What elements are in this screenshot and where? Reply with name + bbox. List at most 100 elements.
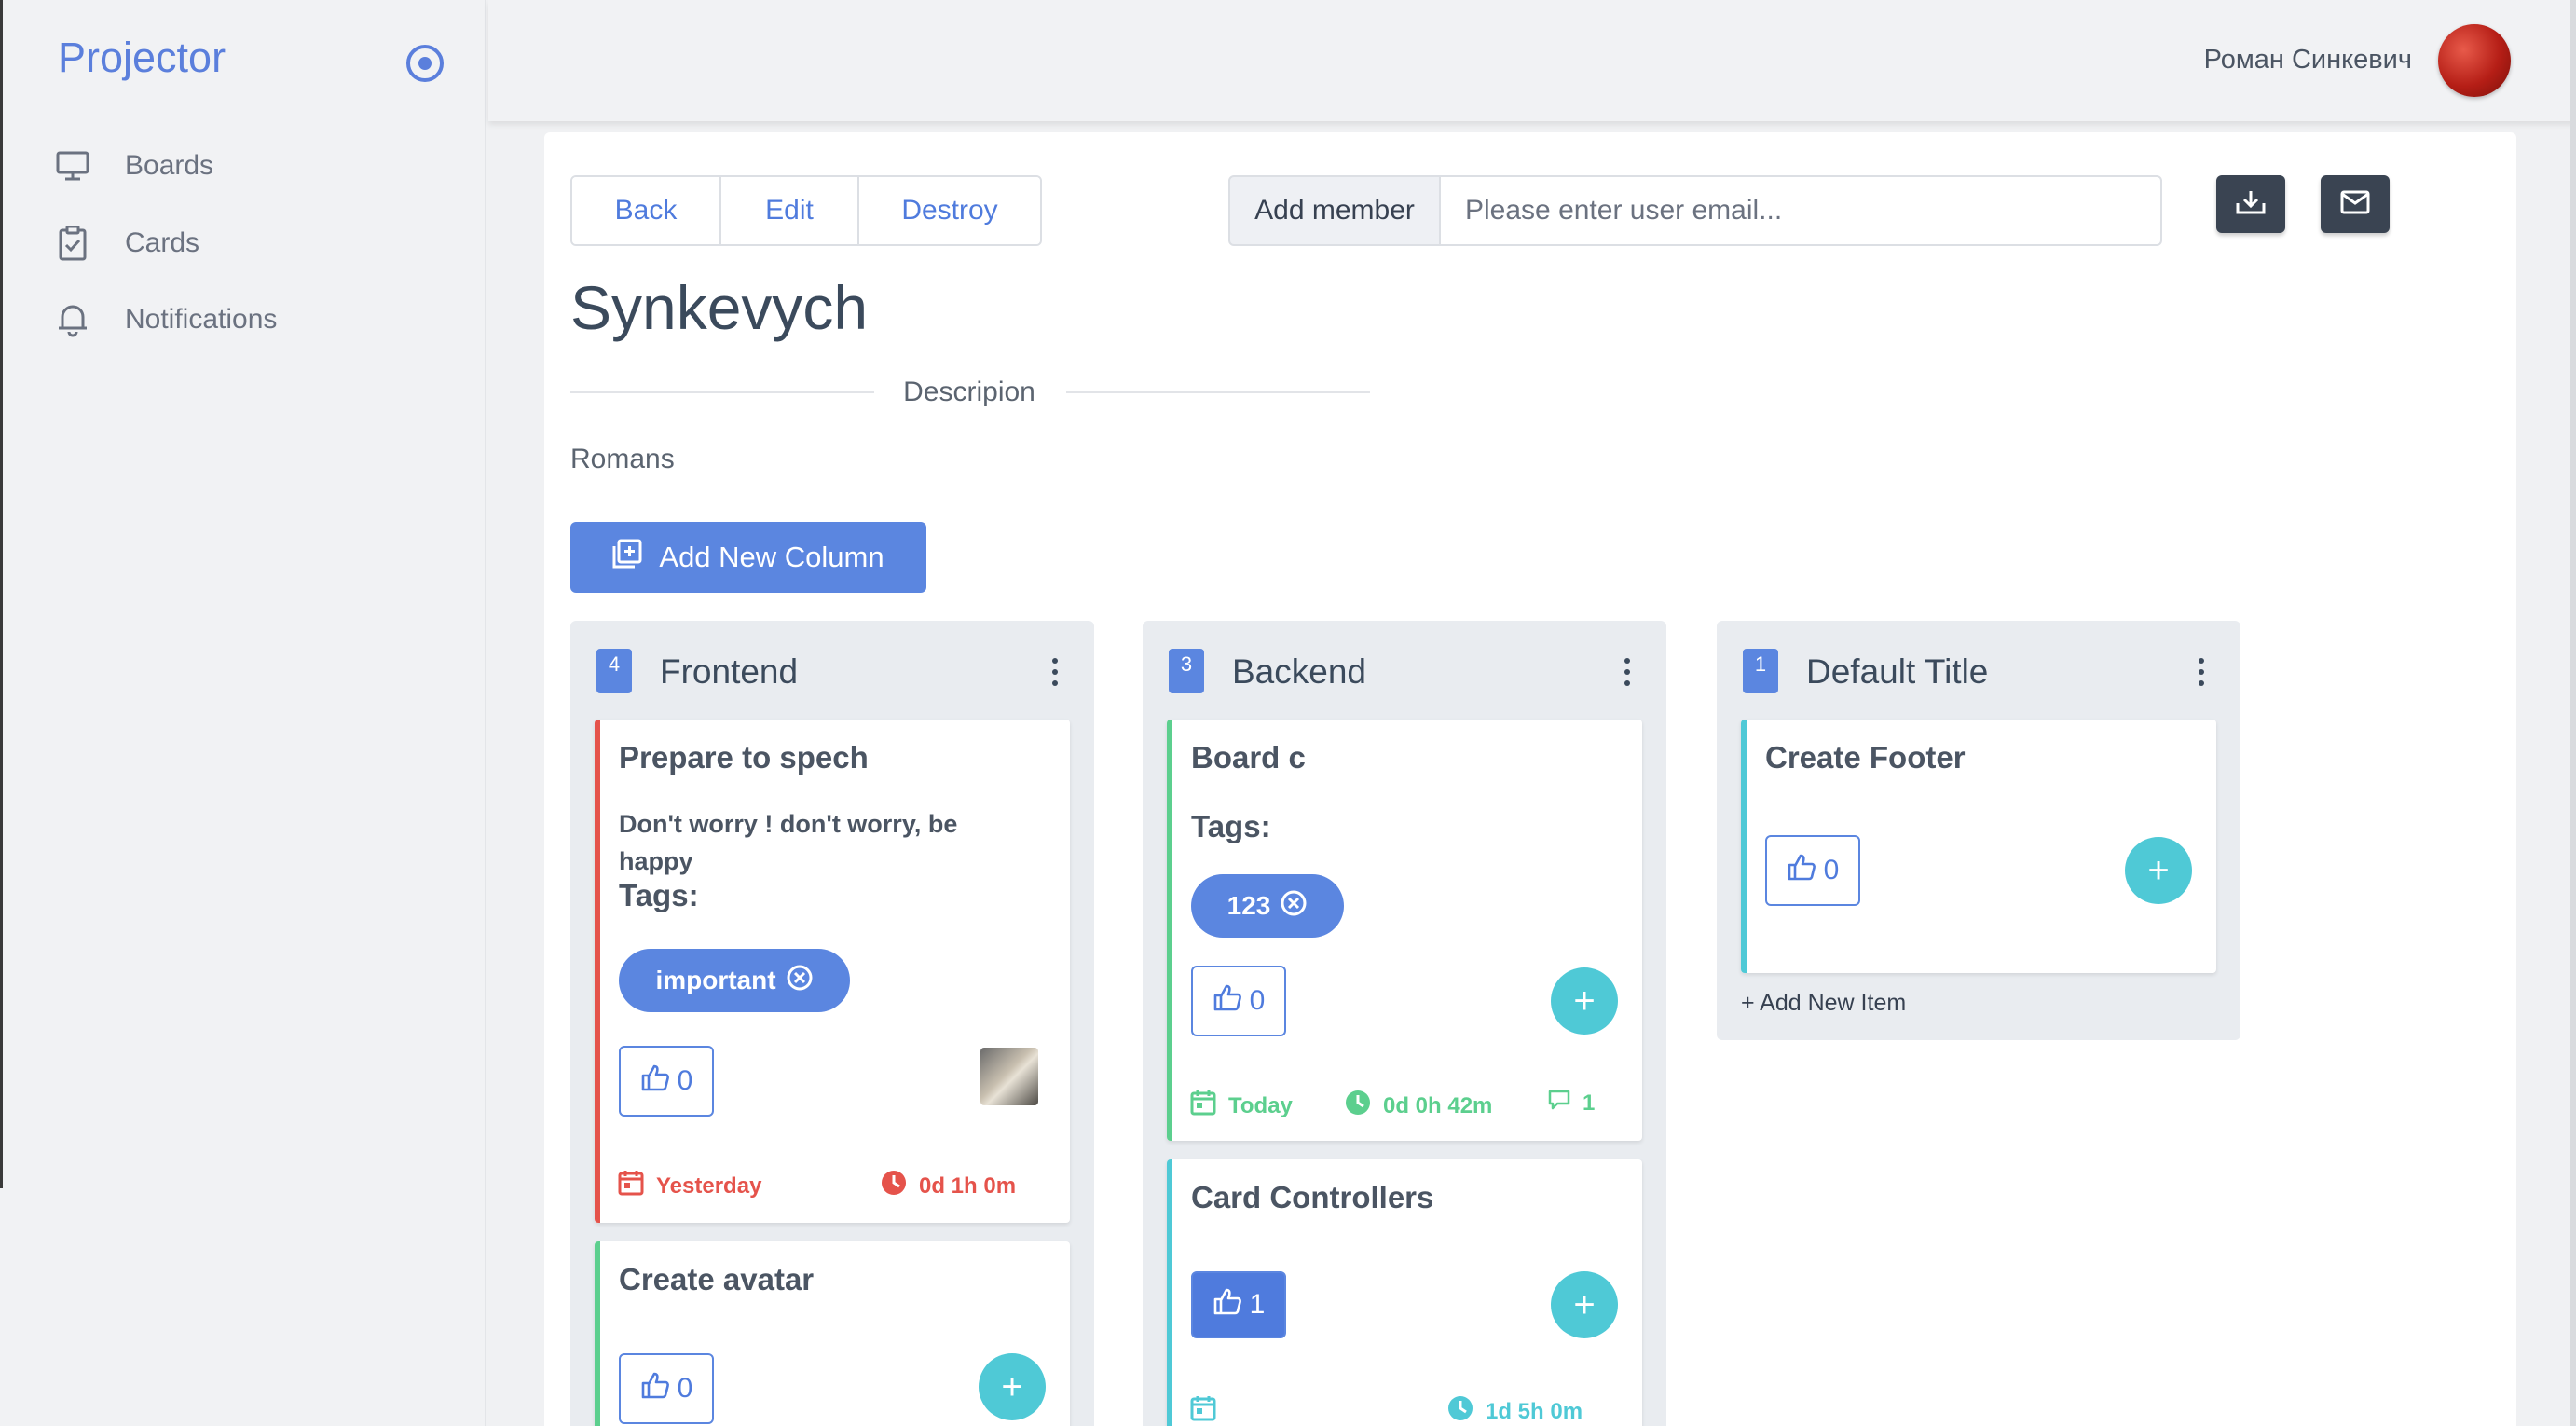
description-label: Descripion [903, 377, 1035, 407]
add-member-button[interactable]: Add member [1228, 175, 1441, 246]
time-spent-text: 0d 1h 0m [919, 1172, 1017, 1199]
download-icon [2235, 188, 2267, 221]
member-avatar[interactable] [980, 1048, 1038, 1105]
board-actions: Back Edit Destroy [570, 175, 1042, 246]
add-to-card-button[interactable]: + [1551, 1271, 1618, 1338]
card[interactable]: Card Controllers 1 + 1d 5h 0m [1167, 1159, 1642, 1426]
card-title: Board c [1191, 740, 1306, 775]
column-title[interactable]: Backend [1232, 652, 1366, 692]
export-button[interactable] [2321, 175, 2390, 233]
column-count-badge: 1 [1743, 649, 1778, 693]
column-count-badge: 4 [596, 649, 632, 693]
add-to-card-button[interactable]: + [979, 1353, 1046, 1420]
user-name[interactable]: Роман Синкевич [2204, 45, 2412, 75]
divider [570, 391, 874, 393]
like-button[interactable]: 0 [1765, 835, 1860, 906]
card-time-spent: 1d 5h 0m [1446, 1394, 1583, 1426]
column-default-title: 1 Default Title Create Footer 0 + + Add … [1717, 621, 2240, 1040]
card-time-spent: 0d 1h 0m [880, 1169, 1016, 1203]
like-button[interactable]: 0 [619, 1046, 714, 1117]
like-button[interactable]: 1 [1191, 1271, 1286, 1338]
card[interactable]: Board c Tags: 123 0 + Today 0d 0h 42m 1 [1167, 720, 1642, 1141]
column-title[interactable]: Frontend [660, 652, 798, 692]
avatar[interactable] [2438, 24, 2511, 97]
divider [1066, 391, 1370, 393]
thumbs-up-icon [1213, 1287, 1242, 1323]
tags-label: Tags: [1191, 809, 1271, 843]
sidebar: Projector Boards Cards Notifications [0, 0, 486, 1426]
thumbs-up-icon [640, 1063, 670, 1099]
card-title: Create Footer [1765, 740, 1966, 775]
card-accent [1167, 1159, 1172, 1426]
card[interactable]: Create Footer 0 + [1741, 720, 2216, 973]
sidebar-item-label: Cards [125, 227, 200, 258]
card-accent [1167, 720, 1172, 1141]
card[interactable]: Prepare to spech Don't worry ! don't wor… [595, 720, 1070, 1223]
sidebar-item-cards[interactable]: Cards [54, 220, 199, 267]
card-comments[interactable]: 1 [1547, 1089, 1595, 1117]
time-spent-text: 1d 5h 0m [1486, 1398, 1583, 1424]
due-date-text: Yesterday [656, 1172, 762, 1199]
like-button[interactable]: 0 [619, 1353, 714, 1424]
tag-label: important [655, 966, 776, 994]
add-to-card-button[interactable]: + [1551, 967, 1618, 1035]
window-edge [0, 0, 3, 1188]
tags-label: Tags: [619, 878, 699, 912]
add-to-card-button[interactable]: + [2125, 837, 2192, 904]
card-title: Prepare to spech [619, 740, 869, 775]
member-email-input[interactable] [1441, 175, 2162, 246]
add-column-button[interactable]: Add New Column [570, 522, 926, 593]
card-accent [1741, 720, 1747, 973]
add-new-item-link[interactable]: + Add New Item [1741, 990, 1906, 1017]
scrollbar[interactable] [2570, 0, 2576, 1426]
time-spent-text: 0d 0h 42m [1383, 1092, 1493, 1118]
destroy-button[interactable]: Destroy [859, 177, 1040, 244]
card-title: Card Controllers [1191, 1180, 1434, 1214]
sidebar-item-label: Boards [125, 150, 214, 181]
remove-tag-icon[interactable] [786, 964, 814, 998]
clock-icon [880, 1169, 908, 1203]
card-due-date: Today [1189, 1089, 1293, 1123]
add-column-icon [612, 539, 642, 576]
sidebar-toggle-icon[interactable] [406, 45, 444, 82]
thumbs-up-icon [640, 1371, 670, 1406]
calendar-icon [617, 1169, 645, 1203]
column-menu-icon[interactable] [1624, 658, 1631, 686]
tag[interactable]: important [619, 949, 850, 1012]
board-description: Romans [570, 444, 675, 474]
thumbs-up-icon [1787, 853, 1816, 888]
column-menu-icon[interactable] [2198, 658, 2205, 686]
column-backend: 3 Backend Board c Tags: 123 0 + Today 0d… [1143, 621, 1666, 1426]
remove-tag-icon[interactable] [1280, 889, 1308, 924]
due-date-text: Today [1228, 1092, 1293, 1118]
like-count: 0 [1823, 855, 1840, 885]
sidebar-item-boards[interactable]: Boards [54, 143, 213, 189]
clock-icon [1344, 1089, 1372, 1123]
monitor-icon [54, 147, 91, 185]
back-button[interactable]: Back [572, 177, 721, 244]
calendar-icon [1189, 1089, 1217, 1123]
card[interactable]: Create avatar 0 + [595, 1241, 1070, 1426]
tag[interactable]: 123 [1191, 874, 1344, 938]
column-title[interactable]: Default Title [1806, 652, 1988, 692]
card-time-spent: 0d 0h 42m [1344, 1089, 1492, 1123]
calendar-icon [1189, 1394, 1217, 1426]
add-column-label: Add New Column [659, 541, 884, 573]
bell-icon [54, 301, 91, 338]
comment-count: 1 [1583, 1090, 1596, 1116]
card-accent [595, 1241, 600, 1426]
column-count-badge: 3 [1169, 649, 1204, 693]
like-count: 0 [1249, 985, 1266, 1016]
card-description: Don't worry ! don't worry, be happy [619, 810, 958, 875]
edit-button[interactable]: Edit [721, 177, 859, 244]
like-count: 0 [677, 1373, 693, 1404]
card-accent [595, 720, 600, 1223]
thumbs-up-icon [1213, 983, 1242, 1019]
like-button[interactable]: 0 [1191, 966, 1286, 1036]
sidebar-item-notifications[interactable]: Notifications [54, 296, 277, 343]
like-count: 0 [677, 1065, 693, 1096]
brand-logo[interactable]: Projector [58, 34, 226, 82]
column-menu-icon[interactable] [1051, 658, 1059, 686]
download-button[interactable] [2216, 175, 2285, 233]
like-count: 1 [1249, 1289, 1266, 1320]
